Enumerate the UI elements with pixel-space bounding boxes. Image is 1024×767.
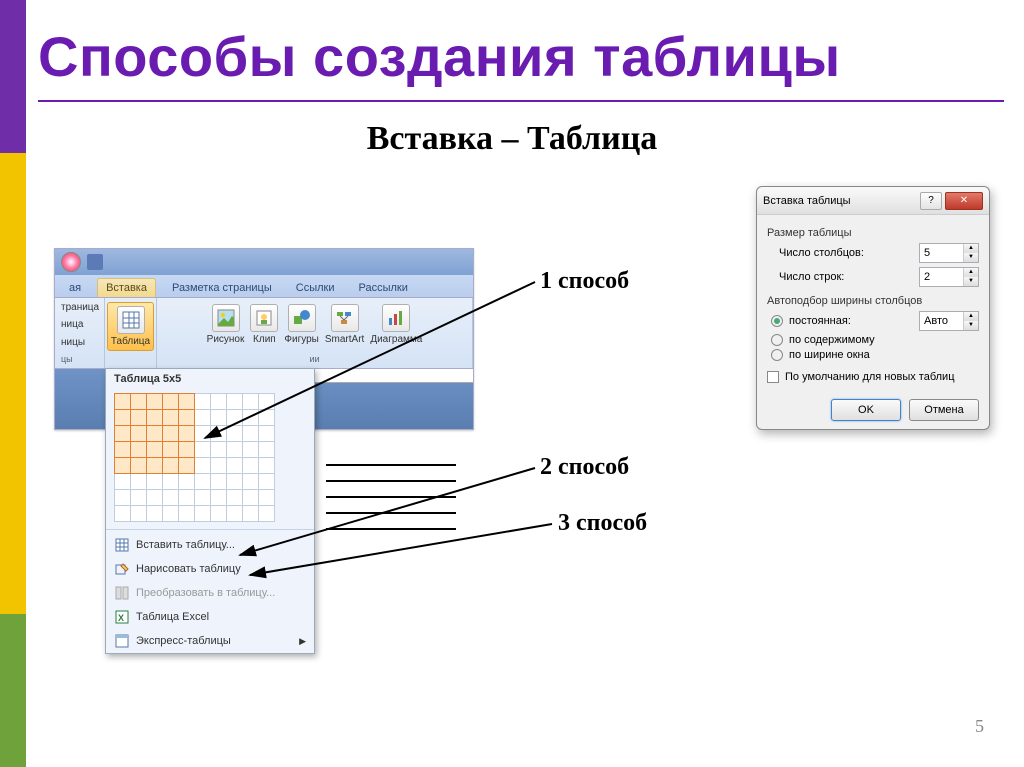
- menu-quick-tables[interactable]: Экспресс-таблицы ▶: [106, 629, 314, 653]
- title-underline: [38, 100, 1004, 102]
- default-new-checkbox[interactable]: По умолчанию для новых таблиц: [767, 371, 979, 383]
- qat-save-icon[interactable]: [87, 254, 103, 270]
- spin-up-icon[interactable]: ▲: [964, 312, 978, 321]
- spin-down-icon[interactable]: ▼: [964, 253, 978, 262]
- document-content-lines: [326, 450, 456, 544]
- group-label-pages: цы: [61, 354, 73, 364]
- table-button[interactable]: Таблица: [107, 302, 154, 351]
- menu-excel-table[interactable]: X Таблица Excel: [106, 605, 314, 629]
- rows-input[interactable]: 2▲▼: [919, 267, 979, 287]
- smartart-icon: [331, 304, 359, 332]
- grid-picker[interactable]: [106, 389, 314, 526]
- group-label-illustrations: ии: [309, 354, 319, 364]
- menu-insert-table[interactable]: Вставить таблицу...: [106, 533, 314, 557]
- dialog-titlebar: Вставка таблицы ? ✕: [757, 187, 989, 215]
- page-number: 5: [975, 716, 984, 737]
- cancel-button[interactable]: Отмена: [909, 399, 979, 421]
- section-table-size: Размер таблицы: [767, 227, 979, 239]
- spin-up-icon[interactable]: ▲: [964, 268, 978, 277]
- clip-button[interactable]: Клип: [248, 302, 280, 347]
- tab-home-fragment[interactable]: ая: [61, 279, 89, 297]
- draw-table-icon: [114, 561, 130, 577]
- cols-input[interactable]: 5▲▼: [919, 243, 979, 263]
- tab-references[interactable]: Ссылки: [288, 279, 343, 297]
- tab-page-layout[interactable]: Разметка страницы: [164, 279, 280, 297]
- menu-draw-table[interactable]: Нарисовать таблицу: [106, 557, 314, 581]
- tab-mailings[interactable]: Рассылки: [351, 279, 416, 297]
- cols-label: Число столбцов:: [767, 247, 919, 259]
- picture-button[interactable]: Рисунок: [205, 302, 247, 347]
- ok-button[interactable]: OK: [831, 399, 901, 421]
- submenu-arrow-icon: ▶: [299, 636, 306, 647]
- dialog-title-text: Вставка таблицы: [763, 195, 917, 207]
- spin-up-icon[interactable]: ▲: [964, 244, 978, 253]
- shapes-icon: [288, 304, 316, 332]
- menu-convert-table: Преобразовать в таблицу...: [106, 581, 314, 605]
- insert-table-icon: [114, 537, 130, 553]
- spin-down-icon[interactable]: ▼: [964, 277, 978, 286]
- slide-title: Способы создания таблицы: [38, 24, 1004, 89]
- close-button[interactable]: ✕: [945, 192, 983, 210]
- shapes-button[interactable]: Фигуры: [282, 302, 320, 347]
- radio-fixed[interactable]: постоянная: Авто▲▼: [767, 311, 979, 331]
- section-autofit: Автоподбор ширины столбцов: [767, 295, 979, 307]
- radio-icon: [771, 315, 783, 327]
- radio-by-window[interactable]: по ширине окна: [767, 349, 979, 361]
- smartart-button[interactable]: SmartArt: [323, 302, 366, 347]
- slide-subtitle: Вставка – Таблица: [0, 120, 1024, 158]
- chart-icon: [382, 304, 410, 332]
- quick-access-toolbar: [55, 249, 473, 275]
- radio-icon: [771, 349, 783, 361]
- tab-insert[interactable]: Вставка: [97, 278, 156, 297]
- insert-table-dialog: Вставка таблицы ? ✕ Размер таблицы Число…: [756, 186, 990, 430]
- pages-group-fragment: траница ница ницы цы: [55, 298, 105, 368]
- svg-text:X: X: [118, 613, 124, 623]
- spin-down-icon[interactable]: ▼: [964, 321, 978, 330]
- radio-by-content[interactable]: по содержимому: [767, 334, 979, 346]
- help-button[interactable]: ?: [920, 192, 942, 210]
- ribbon-tabs: ая Вставка Разметка страницы Ссылки Расс…: [55, 275, 473, 297]
- convert-table-icon: [114, 585, 130, 601]
- ribbon-body: траница ница ницы цы Таблица Рисунок Кли…: [55, 297, 473, 369]
- callout-method1: 1 способ: [540, 268, 629, 295]
- checkbox-icon: [767, 371, 779, 383]
- office-button-icon[interactable]: [61, 252, 81, 272]
- callout-method2: 2 способ: [540, 454, 629, 481]
- dropdown-title: Таблица 5x5: [106, 369, 314, 389]
- slide-accent-bar: [0, 0, 26, 767]
- illustrations-group: Рисунок Клип Фигуры SmartArt Диаграмма и…: [157, 298, 473, 368]
- excel-icon: X: [114, 609, 130, 625]
- callout-method3: 3 способ: [558, 510, 647, 537]
- radio-icon: [771, 334, 783, 346]
- table-icon: [117, 306, 145, 334]
- quick-tables-icon: [114, 633, 130, 649]
- rows-label: Число строк:: [767, 271, 919, 283]
- fixed-width-combo[interactable]: Авто▲▼: [919, 311, 979, 331]
- table-dropdown: Таблица 5x5 Вставить таблицу... Нарисова…: [105, 368, 315, 654]
- picture-icon: [212, 304, 240, 332]
- clip-icon: [250, 304, 278, 332]
- tables-group: Таблица: [105, 298, 157, 368]
- chart-button[interactable]: Диаграмма: [368, 302, 424, 347]
